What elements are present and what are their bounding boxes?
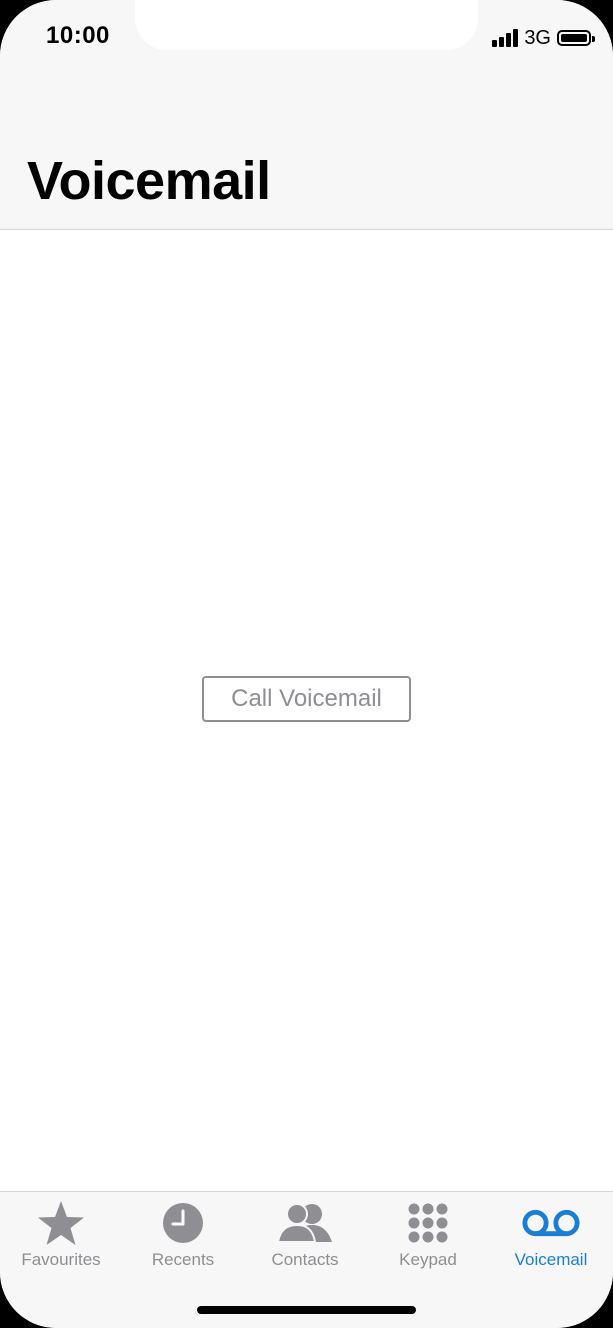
battery-icon: [557, 30, 595, 46]
tab-keypad[interactable]: Keypad: [367, 1192, 489, 1282]
network-type: 3G: [524, 26, 551, 49]
status-time: 10:00: [46, 22, 110, 49]
tab-recents-label: Recents: [151, 1250, 215, 1269]
tab-recents[interactable]: Recents: [122, 1192, 244, 1282]
tab-bar: Favourites Recents Contacts Keypad Voice…: [0, 1191, 613, 1328]
navigation-header: 10:00 3G Voicemail: [0, 0, 613, 230]
signal-icon: [492, 29, 519, 47]
clock-icon: [153, 1201, 213, 1245]
call-voicemail-button[interactable]: Call Voicemail: [202, 676, 411, 722]
home-indicator[interactable]: [197, 1306, 416, 1314]
tab-favourites[interactable]: Favourites: [0, 1192, 122, 1282]
keypad-icon: [398, 1201, 458, 1245]
tab-contacts[interactable]: Contacts: [244, 1192, 366, 1282]
star-icon: [31, 1201, 91, 1245]
contacts-icon: [275, 1201, 335, 1245]
tab-favourites-label: Favourites: [21, 1250, 101, 1269]
notch: [135, 0, 478, 50]
tab-keypad-label: Keypad: [399, 1250, 457, 1269]
page-title: Voicemail: [27, 151, 271, 211]
tab-voicemail-label: Voicemail: [514, 1250, 588, 1269]
status-indicators: 3G: [492, 26, 595, 50]
voicemail-icon: [521, 1201, 581, 1245]
tab-voicemail[interactable]: Voicemail: [490, 1192, 612, 1282]
tab-contacts-label: Contacts: [271, 1250, 339, 1269]
phone-screen: 10:00 3G Voicemail Call Voicemail Favour…: [0, 0, 613, 1328]
